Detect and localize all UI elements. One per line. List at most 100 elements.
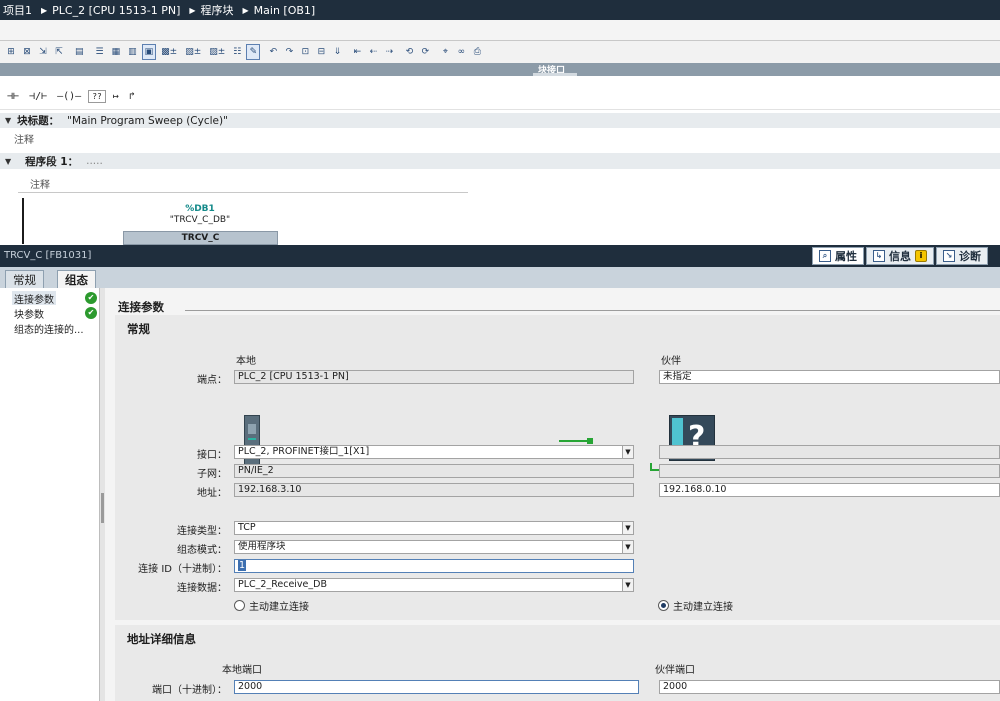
breadcrumb-main-ob1[interactable]: Main [OB1] <box>254 4 316 17</box>
network-comment-icon[interactable]: ▩± <box>158 44 180 60</box>
add-row-icon[interactable]: ⇱ <box>52 44 66 60</box>
inspector-header: TRCV_C [FB1031] ⌕ 属性 ↳ 信息 i ↘ 诊断 <box>0 245 1000 267</box>
conn-type-label: 连接类型： <box>177 526 227 537</box>
splitter-handle[interactable] <box>533 73 577 76</box>
download-icon[interactable]: ⇓ <box>330 44 344 60</box>
block-title-label: 块标题： <box>17 115 60 127</box>
tab-diagnostics[interactable]: ↘ 诊断 <box>936 247 988 265</box>
nc-contact-icon[interactable]: ⊣/⊢ <box>26 88 50 105</box>
partner-endpoint-field[interactable]: 未指定 <box>659 370 1000 384</box>
block-interface-bar[interactable]: 块接口 <box>0 63 1000 76</box>
absolute-address-icon[interactable]: ▤ <box>72 44 87 60</box>
connection-link-icon <box>559 438 593 444</box>
expand-networks-icon[interactable]: ▦ <box>109 44 124 60</box>
subnet-label: 子网： <box>197 469 227 480</box>
network-comment[interactable]: 注释 <box>30 176 50 191</box>
local-port-input[interactable]: 2000 <box>234 680 639 694</box>
trcv-c-block[interactable]: TRCV_C <box>123 231 278 245</box>
monitor-icon[interactable]: ⟲ <box>402 44 416 60</box>
local-interface-value: PLC_2, PROFINET接口_1[X1] <box>238 446 370 457</box>
undo-icon[interactable]: ↶ <box>266 44 280 60</box>
conn-data-select[interactable]: PLC_2_Receive_DB ▼ <box>234 578 634 592</box>
nav-item-connection-params[interactable]: 连接参数 <box>12 291 56 306</box>
go-to-error-icon[interactable]: ⇤ <box>350 44 364 60</box>
dropdown-arrow-icon[interactable]: ▼ <box>622 579 633 591</box>
collapse-triangle-icon[interactable]: ▼ <box>5 157 11 166</box>
close-branch-icon[interactable]: ↱ <box>126 88 138 105</box>
section-title: 连接参数 <box>118 300 164 314</box>
monitor-stop-icon[interactable]: ⟳ <box>418 44 432 60</box>
block-comment[interactable]: 注释 <box>14 131 34 146</box>
breadcrumb-program-blocks[interactable]: 程序块 <box>201 2 234 18</box>
no-contact-icon[interactable]: ⊣⊢ <box>4 88 22 105</box>
network-title-placeholder[interactable]: ..... <box>86 155 103 167</box>
operand-display-icon[interactable]: ▨± <box>206 44 228 60</box>
local-active-radio[interactable]: 主动建立连接 <box>234 598 309 613</box>
block-title-row[interactable]: ▼ 块标题： "Main Program Sweep (Cycle)" <box>0 113 1000 128</box>
chevron-right-icon: ▶ <box>41 5 48 15</box>
dropdown-arrow-icon[interactable]: ▼ <box>622 446 633 458</box>
conn-id-input[interactable]: 1 <box>234 559 634 573</box>
conn-type-select[interactable]: TCP ▼ <box>234 521 634 535</box>
tab-properties[interactable]: ⌕ 属性 <box>812 247 864 265</box>
empty-box-icon[interactable]: ?? <box>88 90 106 103</box>
nav-item-block-params[interactable]: 块参数 <box>14 306 44 321</box>
edit-comment-icon[interactable]: ✎ <box>246 44 261 60</box>
breadcrumb-plc[interactable]: PLC_2 [CPU 1513-1 PN] <box>52 4 180 17</box>
general-title: 常规 <box>127 322 150 336</box>
previous-error-icon[interactable]: ⇠ <box>366 44 380 60</box>
glasses-icon[interactable]: ∞ <box>454 44 468 60</box>
insert-row-icon[interactable]: ⇲ <box>36 44 50 60</box>
list-view-icon[interactable]: ☷ <box>230 44 244 60</box>
open-branch-icon[interactable]: ↦ <box>110 88 122 105</box>
block-compare-icon[interactable]: ⊟ <box>314 44 328 60</box>
properties-nav: 连接参数 ✔ 块参数 ✔ 组态的连接的... <box>0 288 103 701</box>
address-details-title: 地址详细信息 <box>127 632 196 646</box>
print-icon[interactable]: ⎙ <box>470 44 484 60</box>
local-interface-select[interactable]: PLC_2, PROFINET接口_1[X1] ▼ <box>234 445 634 459</box>
tab-general[interactable]: 常规 <box>5 270 44 288</box>
symbol-info-icon[interactable]: ▧± <box>182 44 204 60</box>
network-title-row[interactable]: ▼ 程序段 1： ..... <box>0 153 1000 169</box>
breadcrumb: 项目1 ▶ PLC_2 [CPU 1513-1 PN] ▶ 程序块 ▶ Main… <box>0 0 1000 20</box>
address-label: 地址： <box>197 488 227 499</box>
partner-header: 伙伴 <box>661 356 681 367</box>
inspector-tabs: ⌕ 属性 ↳ 信息 i ↘ 诊断 <box>812 247 988 265</box>
interface-label: 接口： <box>197 450 227 461</box>
partner-active-radio[interactable]: 主动建立连接 <box>658 598 733 613</box>
watch-table-icon[interactable]: ⌖ <box>438 44 452 60</box>
redo-icon[interactable]: ↷ <box>282 44 296 60</box>
block-title-value[interactable]: "Main Program Sweep (Cycle)" <box>67 115 228 127</box>
breadcrumb-project[interactable]: 项目1 <box>3 2 32 18</box>
dropdown-arrow-icon[interactable]: ▼ <box>622 541 633 553</box>
config-mode-select[interactable]: 使用程序块 ▼ <box>234 540 634 554</box>
favorites-icon[interactable]: ☰ <box>93 44 107 60</box>
open-block-icon[interactable]: ⊡ <box>298 44 312 60</box>
dropdown-arrow-icon[interactable]: ▼ <box>622 522 633 534</box>
next-error-icon[interactable]: ⇢ <box>382 44 396 60</box>
tab-info[interactable]: ↳ 信息 i <box>866 247 934 265</box>
partner-interface-field <box>659 445 1000 459</box>
collapse-networks-icon[interactable]: ▥ <box>125 44 140 60</box>
properties-subtabs: 常规 组态 <box>0 267 1000 288</box>
check-ok-icon: ✔ <box>85 307 97 319</box>
tab-configuration[interactable]: 组态 <box>57 270 96 288</box>
partner-subnet-field <box>659 464 1000 478</box>
comments-toggle-icon[interactable]: ▣ <box>141 44 157 60</box>
connection-params-panel: 连接参数 常规 本地 伙伴 端点： PLC_2 [CPU 1513-1 PN] … <box>105 288 1000 701</box>
nav-item-configured-connections[interactable]: 组态的连接的... <box>14 321 84 336</box>
delete-network-icon[interactable]: ⊠ <box>20 44 34 60</box>
power-rail <box>22 198 24 244</box>
partner-address-input[interactable]: 192.168.0.10 <box>659 483 1000 497</box>
tab-properties-label: 属性 <box>835 250 857 263</box>
network-label: 程序段 1： <box>25 155 79 168</box>
instance-db-name[interactable]: "TRCV_C_DB" <box>120 215 280 225</box>
splitter-handle[interactable] <box>101 493 104 523</box>
insert-network-icon[interactable]: ⊞ <box>4 44 18 60</box>
coil-icon[interactable]: –()– <box>54 88 84 105</box>
partner-active-label: 主动建立连接 <box>673 602 733 613</box>
endpoint-label: 端点： <box>197 375 227 386</box>
collapse-triangle-icon[interactable]: ▼ <box>5 116 11 125</box>
partner-port-input[interactable]: 2000 <box>659 680 1000 694</box>
conn-id-value: 1 <box>238 560 247 571</box>
